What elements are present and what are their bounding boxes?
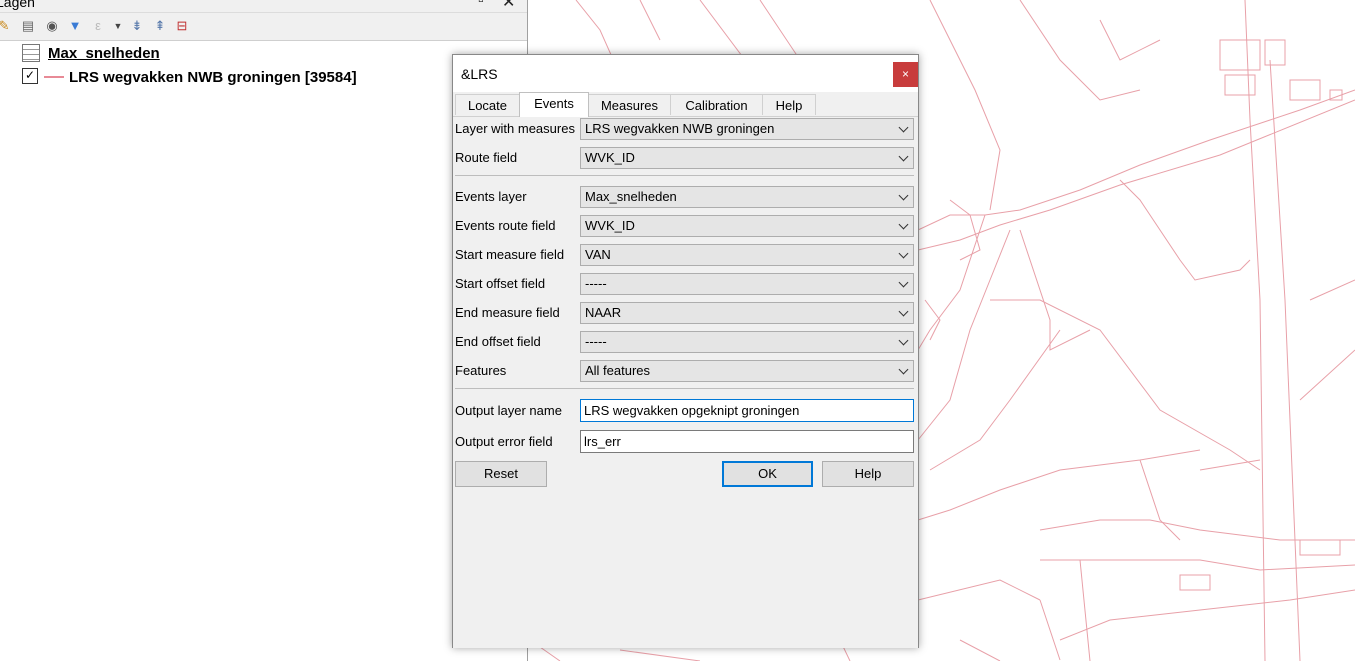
tab-measures[interactable]: Measures	[588, 94, 671, 115]
chevron-down-icon	[898, 151, 909, 162]
chevron-down-icon	[898, 248, 909, 259]
chevron-down-icon	[898, 219, 909, 230]
output-layer-name-label: Output layer name	[455, 403, 562, 418]
ok-button[interactable]: OK	[722, 461, 813, 487]
dropdown-arrow-icon[interactable]: ▼	[110, 18, 126, 34]
separator	[455, 388, 914, 389]
chevron-down-icon	[898, 122, 909, 133]
start-measure-field-label: Start measure field	[455, 247, 565, 262]
end-offset-field-select[interactable]: -----	[580, 331, 914, 353]
events-route-field-label: Events route field	[455, 218, 556, 233]
layer-visibility-checkbox[interactable]: ✓	[22, 68, 38, 84]
lrs-dialog: &LRS × Locate Events Measures Calibratio…	[452, 54, 919, 648]
expand-all-icon[interactable]: ⇟	[129, 18, 145, 34]
chevron-down-icon	[898, 364, 909, 375]
layer-item-max-snelheden[interactable]: Max_snelheden	[48, 43, 160, 65]
chevron-down-icon	[898, 277, 909, 288]
float-panel-icon[interactable]: ▫	[478, 0, 484, 10]
layer-item-lrs-wegvakken[interactable]: LRS wegvakken NWB groningen [39584]	[69, 67, 357, 89]
tab-help[interactable]: Help	[762, 94, 816, 115]
tab-events[interactable]: Events	[519, 92, 589, 117]
output-error-field-input[interactable]: lrs_err	[580, 430, 914, 453]
events-tab-content: Layer with measures LRS wegvakken NWB gr…	[453, 116, 918, 648]
style-manager-icon[interactable]: ✎	[0, 18, 12, 34]
collapse-all-icon[interactable]: ⇞	[152, 18, 168, 34]
end-offset-field-label: End offset field	[455, 334, 541, 349]
tab-bar: Locate Events Measures Calibration Help	[453, 92, 918, 117]
output-error-field-label: Output error field	[455, 434, 553, 449]
layer-with-measures-value: LRS wegvakken NWB groningen	[585, 121, 775, 136]
features-select[interactable]: All features	[580, 360, 914, 382]
events-layer-value: Max_snelheden	[585, 189, 677, 204]
start-offset-field-value: -----	[585, 276, 607, 291]
output-layer-name-input[interactable]: LRS wegvakken opgeknipt groningen	[580, 399, 914, 422]
layers-panel: Lagen ▫ ✕ ✎ ▤ ◉ ▼ ε ▼ ⇟ ⇞ ⊟ Max_snelhede…	[0, 0, 528, 661]
route-field-value: WVK_ID	[585, 150, 635, 165]
events-layer-select[interactable]: Max_snelheden	[580, 186, 914, 208]
features-value: All features	[585, 363, 651, 378]
close-panel-icon[interactable]: ✕	[502, 0, 515, 12]
dialog-titlebar: &LRS ×	[453, 55, 918, 92]
tab-calibration[interactable]: Calibration	[670, 94, 763, 115]
start-measure-field-value: VAN	[585, 247, 611, 262]
layers-toolbar: ✎ ▤ ◉ ▼ ε ▼ ⇟ ⇞ ⊟	[0, 13, 527, 41]
end-measure-field-label: End measure field	[455, 305, 560, 320]
layers-panel-title: Lagen	[0, 0, 35, 10]
help-button[interactable]: Help	[822, 461, 914, 487]
filter-icon[interactable]: ▼	[67, 18, 83, 34]
layer-with-measures-select[interactable]: LRS wegvakken NWB groningen	[580, 118, 914, 140]
reset-button[interactable]: Reset	[455, 461, 547, 487]
line-symbol-icon	[44, 76, 64, 78]
tab-locate[interactable]: Locate	[455, 94, 520, 115]
route-field-select[interactable]: WVK_ID	[580, 147, 914, 169]
expression-filter-icon[interactable]: ε	[90, 18, 106, 34]
events-layer-label: Events layer	[455, 189, 527, 204]
end-measure-field-select[interactable]: NAAR	[580, 302, 914, 324]
end-measure-field-value: NAAR	[585, 305, 622, 320]
start-measure-field-select[interactable]: VAN	[580, 244, 914, 266]
route-field-label: Route field	[455, 150, 518, 165]
chevron-down-icon	[898, 335, 909, 346]
dialog-title: &LRS	[461, 66, 498, 82]
end-offset-field-value: -----	[585, 334, 607, 349]
start-offset-field-select[interactable]: -----	[580, 273, 914, 295]
events-route-field-value: WVK_ID	[585, 218, 635, 233]
layer-with-measures-label: Layer with measures	[455, 121, 575, 136]
separator	[455, 175, 914, 176]
dialog-close-button[interactable]: ×	[893, 62, 918, 87]
chevron-down-icon	[898, 306, 909, 317]
add-group-icon[interactable]: ▤	[20, 18, 36, 34]
events-route-field-select[interactable]: WVK_ID	[580, 215, 914, 237]
layers-panel-titlebar: Lagen ▫ ✕	[0, 0, 527, 13]
table-layer-icon	[22, 44, 40, 62]
remove-layer-icon[interactable]: ⊟	[174, 18, 190, 34]
features-label: Features	[455, 363, 507, 378]
visibility-icon[interactable]: ◉	[44, 18, 60, 34]
start-offset-field-label: Start offset field	[455, 276, 546, 291]
chevron-down-icon	[898, 190, 909, 201]
